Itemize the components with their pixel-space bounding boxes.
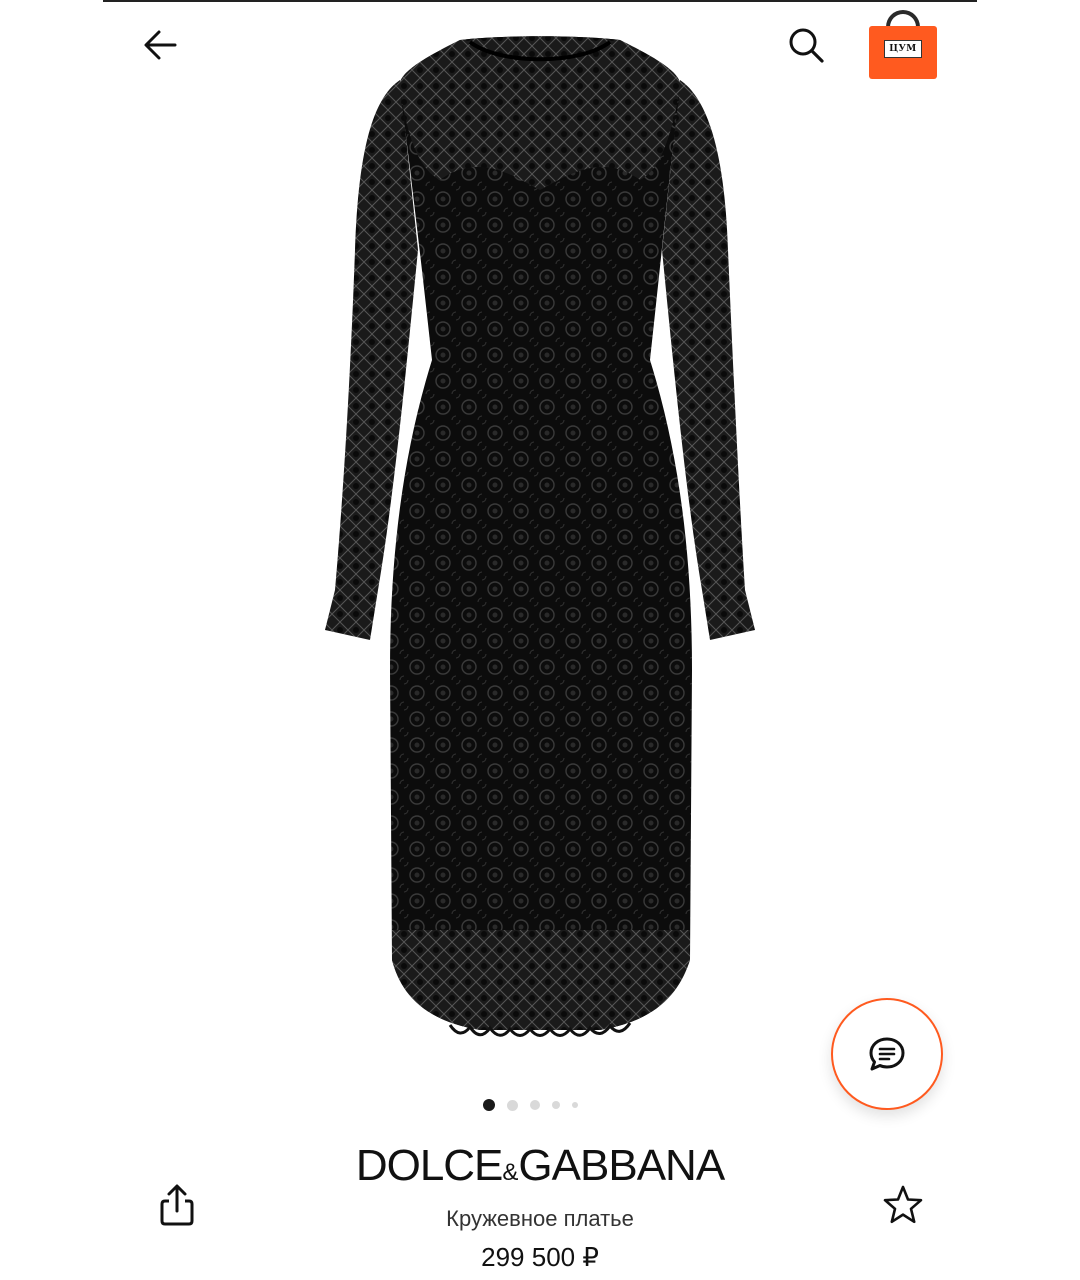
star-icon xyxy=(883,1185,923,1224)
favorite-button[interactable] xyxy=(878,1180,928,1230)
arrow-left-icon xyxy=(144,30,177,60)
pager-dot[interactable] xyxy=(507,1099,518,1111)
pager-dot[interactable] xyxy=(530,1100,540,1110)
dress-hem xyxy=(392,930,690,1030)
pager-dot[interactable] xyxy=(572,1102,578,1108)
product-price: 299 500 ₽ xyxy=(481,1242,599,1272)
chat-button[interactable] xyxy=(831,998,943,1110)
search-icon xyxy=(789,28,824,63)
search-button[interactable] xyxy=(782,22,830,68)
pager-dot-active[interactable] xyxy=(483,1099,495,1111)
back-button[interactable] xyxy=(136,22,184,68)
pager-dot[interactable] xyxy=(552,1101,560,1109)
brand-ampersand: & xyxy=(502,1159,519,1186)
image-pager xyxy=(483,1098,578,1112)
top-divider xyxy=(103,0,977,2)
brand-part-1: DOLCE xyxy=(355,1141,504,1190)
chat-bubble-icon xyxy=(869,1037,905,1071)
store-logo: ЦУМ xyxy=(884,40,922,58)
brand-part-2: GABBANA xyxy=(518,1141,725,1190)
product-image[interactable] xyxy=(300,30,780,1060)
cart-button[interactable]: ЦУМ xyxy=(866,8,940,82)
